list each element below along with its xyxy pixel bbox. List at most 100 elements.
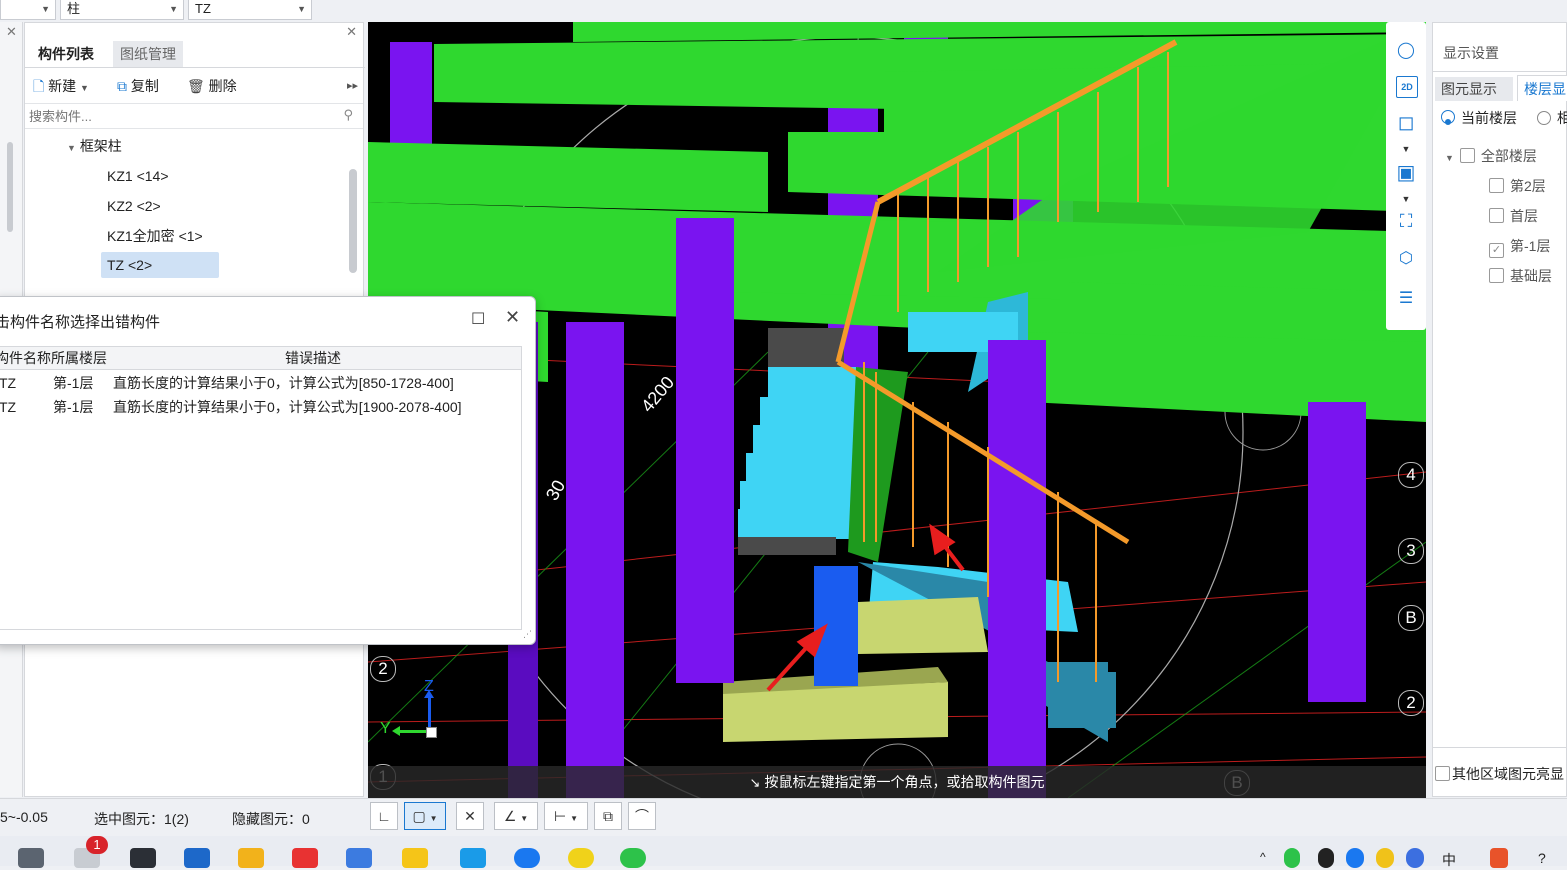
close-icon[interactable]: ✕: [346, 24, 357, 40]
close-icon[interactable]: ✕: [6, 24, 17, 40]
component-dropdown[interactable]: TZ ▼: [188, 0, 312, 20]
command-prompt-text: 按鼠标左键指定第一个角点，或拾取构件图元: [764, 774, 1045, 790]
radio-unselected-icon: [1537, 111, 1551, 125]
new-button[interactable]: 🗋 新建 ▼: [33, 75, 89, 97]
chevron-up-icon[interactable]: ^: [1260, 850, 1266, 864]
tree-item[interactable]: KZ1全加密 <1>: [107, 227, 203, 245]
floor-tree-item[interactable]: 第2层: [1489, 177, 1546, 195]
expand-icon[interactable]: ▸▸: [347, 75, 358, 97]
wechat-icon[interactable]: [620, 848, 646, 868]
tray-icon[interactable]: [1490, 848, 1508, 868]
column-header[interactable]: 所属楼层: [51, 348, 107, 368]
os-taskbar: 1 ^ 中 ?: [0, 836, 1567, 868]
app-icon[interactable]: [346, 848, 372, 868]
top-selector-bar: ▼ 柱 ▼ TZ ▼: [0, 0, 1567, 22]
close-icon[interactable]: ✕: [505, 307, 520, 328]
search-box[interactable]: ⚲: [25, 103, 363, 129]
tree-group-frame-column[interactable]: ▼ 框架柱: [67, 137, 122, 157]
folder-icon[interactable]: [238, 848, 264, 868]
app-icon[interactable]: [460, 848, 486, 868]
solid-box-icon[interactable]: ▣: [1393, 160, 1419, 186]
arc-icon[interactable]: ⌒: [628, 802, 656, 830]
offset-snap-icon[interactable]: ⊢ ▼: [544, 802, 588, 830]
checkbox[interactable]: [1489, 268, 1504, 283]
checkbox[interactable]: [1459, 148, 1475, 163]
column-header[interactable]: 错误描述: [285, 348, 341, 368]
radio-current-floor[interactable]: 当前楼层: [1441, 109, 1517, 127]
checkbox[interactable]: [1489, 178, 1504, 193]
table-row[interactable]: TZ 第-1层 直筋长度的计算结果小于0，计算公式为[850-1728-400]: [0, 371, 521, 395]
search-input[interactable]: [27, 106, 331, 126]
store-icon[interactable]: [184, 848, 210, 868]
fullscreen-icon[interactable]: ⛶: [1393, 208, 1419, 234]
app-icon[interactable]: [292, 848, 318, 868]
tree-item-label: TZ <2>: [107, 257, 153, 273]
dialog-title: 击构件名称选择出错构件: [0, 314, 161, 331]
new-button-label: 新建: [48, 78, 77, 94]
layer-copy-icon[interactable]: ⧉: [594, 802, 622, 830]
expand-arrow-icon: ▼: [1445, 153, 1454, 163]
select-box-icon[interactable]: ▢ ▼: [404, 802, 446, 830]
scrollbar[interactable]: [349, 169, 357, 273]
tab-element-display[interactable]: 图元显示: [1435, 77, 1513, 101]
notification-badge: 1: [86, 836, 108, 854]
grid-axis-number: 4: [1398, 462, 1424, 488]
cell-floor: 第-1层: [53, 375, 94, 391]
resize-grip-icon[interactable]: ⋰: [523, 629, 532, 640]
tree-item[interactable]: KZ1 <14>: [107, 167, 169, 185]
display-settings-icon[interactable]: ☰: [1393, 286, 1419, 312]
app-icon[interactable]: [18, 848, 44, 868]
checkbox[interactable]: [1435, 766, 1450, 781]
floor-dropdown[interactable]: ▼: [0, 0, 56, 20]
component-view-icon[interactable]: ⬡: [1393, 246, 1419, 272]
tray-icon[interactable]: [1376, 848, 1394, 868]
cell-name: TZ: [0, 375, 17, 391]
3d-box-icon[interactable]: ◻: [1393, 110, 1419, 136]
app-icon[interactable]: [568, 848, 594, 868]
tray-icon[interactable]: [1406, 848, 1424, 868]
floor-label: 第2层: [1510, 178, 1546, 194]
app-icon[interactable]: [402, 848, 428, 868]
app-icon[interactable]: [130, 848, 156, 868]
checkbox-checked[interactable]: ✓: [1489, 243, 1504, 258]
cell-description: 直筋长度的计算结果小于0，计算公式为[850-1728-400]: [113, 375, 454, 391]
tray-icon[interactable]: [1318, 848, 1334, 868]
delete-button[interactable]: 🗑 删除: [187, 75, 237, 97]
tree-item-selected[interactable]: TZ <2>: [101, 252, 219, 278]
orthogonal-icon[interactable]: ∟: [370, 802, 398, 830]
scrollbar[interactable]: [7, 142, 13, 232]
column-header[interactable]: 构件名称: [0, 348, 51, 368]
floor-tree-item[interactable]: 基础层: [1489, 267, 1552, 285]
maximize-icon[interactable]: ☐: [471, 309, 485, 329]
tab-component-list[interactable]: 构件列表: [31, 41, 101, 69]
tray-icon[interactable]: [1284, 848, 1300, 868]
selected-count: 选中图元：1(2): [94, 811, 189, 827]
ime-indicator[interactable]: 中: [1442, 850, 1456, 870]
tree-item[interactable]: KZ2 <2>: [107, 197, 161, 215]
dialog-titlebar[interactable]: 击构件名称选择出错构件 ☐ ✕: [0, 297, 535, 341]
chevron-down-icon[interactable]: ▼: [1393, 136, 1419, 162]
category-dropdown[interactable]: 柱 ▼: [60, 0, 184, 20]
app-icon[interactable]: [514, 848, 540, 868]
cross-select-icon[interactable]: ✕: [456, 802, 484, 830]
floor-tree-item[interactable]: 首层: [1489, 207, 1538, 225]
floor-tree-all[interactable]: ▼ 全部楼层: [1445, 147, 1537, 167]
help-icon[interactable]: ?: [1538, 850, 1546, 866]
table-row[interactable]: TZ 第-1层 直筋长度的计算结果小于0，计算公式为[1900-2078-400…: [0, 395, 521, 419]
angle-snap-icon[interactable]: ∠ ▼: [494, 802, 538, 830]
view-2d-button[interactable]: 2D: [1396, 76, 1418, 98]
orbit-icon[interactable]: ◯: [1393, 38, 1419, 64]
selected-column: [814, 566, 858, 686]
floor-tree-item[interactable]: ✓ 第-1层: [1489, 237, 1550, 258]
grid-axis-number: 2: [370, 656, 396, 682]
copy-button[interactable]: ⧉ 复制: [117, 75, 159, 97]
divider: [25, 67, 365, 68]
other-region-highlight[interactable]: 其他区域图元亮显: [1435, 765, 1564, 783]
tab-floor-display[interactable]: 楼层显: [1517, 75, 1567, 101]
tray-icon[interactable]: [1346, 848, 1364, 868]
tab-drawing-management[interactable]: 图纸管理: [113, 41, 183, 67]
radio-all-floors[interactable]: 相: [1537, 109, 1567, 127]
checkbox[interactable]: [1489, 208, 1504, 223]
category-dropdown-value: 柱: [67, 1, 81, 16]
copy-button-label: 复制: [130, 78, 159, 94]
